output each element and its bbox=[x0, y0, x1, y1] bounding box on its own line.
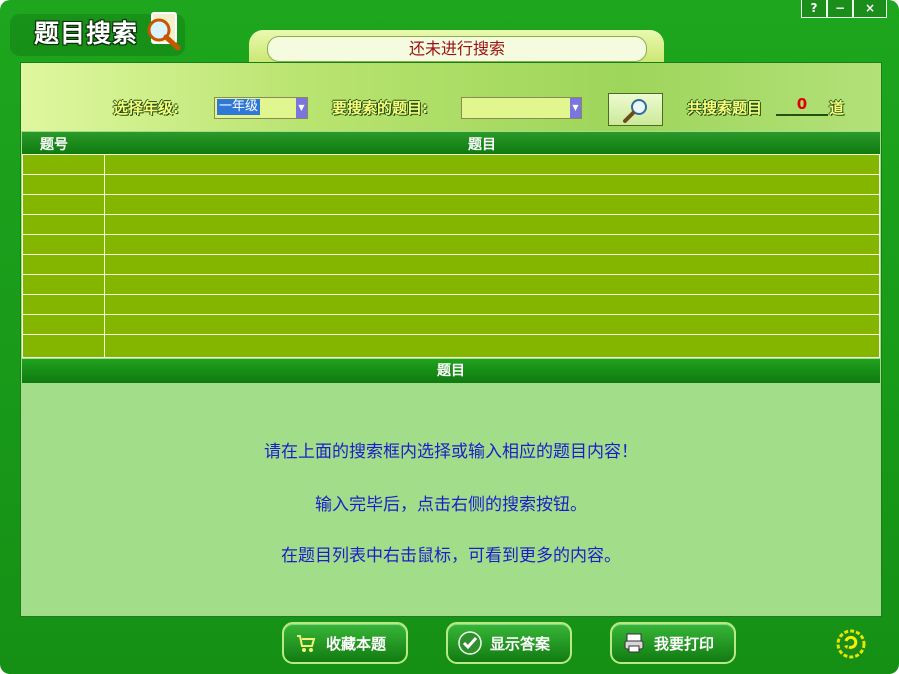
table-row[interactable] bbox=[23, 335, 879, 354]
magnifier-paper-icon bbox=[147, 12, 181, 51]
chevron-down-icon[interactable]: ▼ bbox=[570, 98, 581, 118]
subject-select-value bbox=[464, 99, 468, 115]
table-row[interactable] bbox=[23, 215, 879, 235]
status-tab: 还未进行搜索 bbox=[249, 30, 664, 66]
table-row[interactable] bbox=[23, 275, 879, 295]
collect-label: 收藏本题 bbox=[326, 635, 387, 653]
column-title[interactable]: 题目 bbox=[468, 134, 496, 154]
table-row[interactable] bbox=[23, 155, 879, 175]
search-count: 0 bbox=[796, 95, 808, 113]
status-text: 还未进行搜索 bbox=[267, 36, 647, 62]
search-toolbar: 选择年级: 一年级 ▼ 要搜索的题目: ▼ 共搜索题目 0 道 bbox=[21, 63, 881, 131]
cart-icon bbox=[297, 635, 316, 652]
table-row[interactable] bbox=[23, 175, 879, 195]
magnifier-icon bbox=[623, 99, 647, 123]
count-underline bbox=[776, 114, 828, 116]
count-unit: 道 bbox=[829, 99, 845, 117]
instruction-3: 在题目列表中右击鼠标，可看到更多的内容。 bbox=[281, 546, 621, 566]
refresh-help-icon[interactable] bbox=[836, 629, 866, 659]
question-detail[interactable]: 请在上面的搜索框内选择或输入相应的题目内容！ 输入完毕后，点击右侧的搜索按钮。 … bbox=[22, 385, 880, 613]
show-answer-label: 显示答案 bbox=[490, 635, 551, 653]
column-number[interactable]: 题号 bbox=[40, 134, 68, 154]
detail-header: 题目 bbox=[22, 359, 880, 383]
minimize-window-button[interactable]: − bbox=[827, 0, 853, 18]
show-answer-button[interactable]: 显示答案 bbox=[446, 622, 572, 664]
subject-select[interactable]: ▼ bbox=[461, 97, 582, 119]
close-window-button[interactable]: × bbox=[853, 0, 887, 18]
count-label: 共搜索题目 bbox=[687, 99, 763, 117]
results-header: 题号 题目 bbox=[22, 132, 880, 154]
check-icon bbox=[458, 631, 482, 655]
app-window: 题目搜索 ? − × 还未进行搜索 选择年级: 一年级 ▼ 要搜索的题目: ▼ bbox=[0, 0, 899, 674]
table-row[interactable] bbox=[23, 255, 879, 275]
instruction-2: 输入完毕后，点击右侧的搜索按钮。 bbox=[315, 495, 587, 515]
printer-icon bbox=[624, 633, 644, 653]
print-button[interactable]: 我要打印 bbox=[610, 622, 736, 664]
table-row[interactable] bbox=[23, 295, 879, 315]
help-window-button[interactable]: ? bbox=[801, 0, 827, 18]
collect-button[interactable]: 收藏本题 bbox=[282, 622, 408, 664]
table-row[interactable] bbox=[23, 195, 879, 215]
main-panel: 选择年级: 一年级 ▼ 要搜索的题目: ▼ 共搜索题目 0 道 题号 题目 题目… bbox=[20, 62, 882, 617]
chevron-down-icon[interactable]: ▼ bbox=[296, 98, 307, 118]
table-row[interactable] bbox=[23, 315, 879, 335]
grade-select-value: 一年级 bbox=[217, 99, 261, 115]
print-label: 我要打印 bbox=[654, 635, 715, 653]
grade-select[interactable]: 一年级 ▼ bbox=[214, 97, 308, 119]
grade-label: 选择年级: bbox=[113, 99, 179, 117]
search-button[interactable] bbox=[608, 93, 663, 126]
results-table[interactable] bbox=[22, 154, 880, 358]
subject-label: 要搜索的题目: bbox=[332, 99, 428, 117]
instruction-1: 请在上面的搜索框内选择或输入相应的题目内容！ bbox=[264, 442, 638, 462]
table-row[interactable] bbox=[23, 235, 879, 255]
app-title: 题目搜索 bbox=[34, 19, 139, 48]
